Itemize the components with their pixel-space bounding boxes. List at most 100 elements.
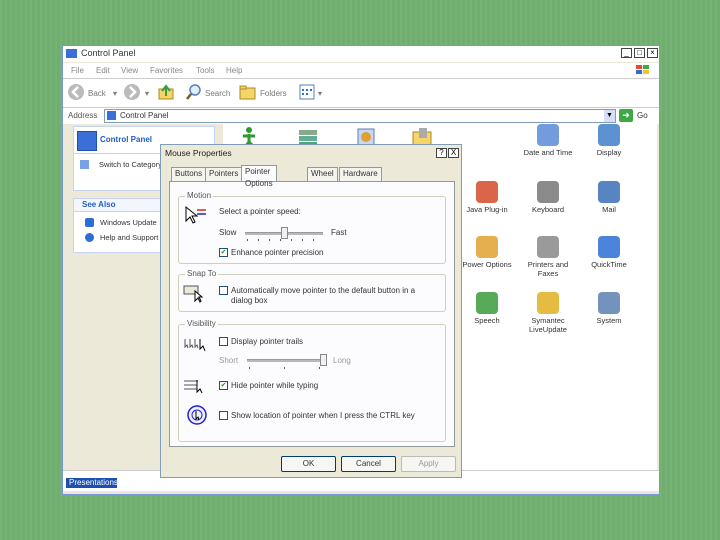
pointer-location-icon (187, 405, 207, 425)
long-label: Long (333, 356, 351, 365)
speed-slider-thumb[interactable] (281, 227, 288, 239)
cp-item[interactable]: Keyboard (518, 181, 578, 214)
address-cp-icon (107, 111, 116, 120)
speed-tick (302, 239, 303, 241)
forward-arrow-icon[interactable] (123, 83, 141, 101)
tab-wheel[interactable]: Wheel (307, 167, 338, 181)
pointer-trails-label: Display pointer trails (231, 337, 304, 346)
control-panel-icon (66, 49, 77, 58)
views-icon[interactable] (299, 84, 315, 100)
menu-edit[interactable]: Edit (96, 66, 110, 75)
cp-item[interactable]: Speech (457, 292, 517, 325)
menu-help[interactable]: Help (226, 66, 242, 75)
cp-item[interactable]: Power Options (457, 236, 517, 269)
pointer-trails-icon (183, 335, 207, 355)
menu-favorites[interactable]: Favorites (150, 66, 183, 75)
hide-pointer-icon (183, 377, 207, 395)
folders-icon[interactable] (239, 84, 257, 100)
go-arrow-icon[interactable]: ➜ (619, 109, 633, 122)
cp-item[interactable]: QuickTime (579, 236, 639, 269)
folders-button-label[interactable]: Folders (260, 89, 287, 98)
help-support-link[interactable]: Help and Support (100, 233, 158, 242)
apply-button[interactable]: Apply (401, 456, 456, 472)
speed-tick (269, 239, 270, 241)
back-button-label[interactable]: Back (88, 89, 106, 98)
back-dropdown-icon[interactable]: ▾ (113, 89, 117, 98)
cp-item-label: Keyboard (531, 205, 565, 214)
cp-item[interactable]: Java Plug-in (457, 181, 517, 214)
taskbar-button[interactable]: Presentations (66, 478, 118, 488)
speed-tick (247, 239, 248, 241)
quicktime-icon (598, 236, 620, 258)
java-icon (476, 181, 498, 203)
snap-to-checkbox[interactable] (219, 286, 228, 295)
dialog-titlebar[interactable]: Mouse Properties ? X (161, 145, 461, 160)
cp-item[interactable]: Date and Time (518, 124, 578, 157)
keyboard-icon (537, 181, 559, 203)
minimize-button[interactable]: _ (621, 48, 632, 58)
liveupdate-icon (537, 292, 559, 314)
search-icon[interactable] (185, 83, 203, 101)
menu-file[interactable]: File (71, 66, 84, 75)
cp-item-label: Power Options (462, 260, 512, 269)
cp-item[interactable]: Printers and Faxes (518, 236, 578, 278)
address-dropdown-icon[interactable]: ▼ (604, 110, 615, 122)
speed-tick (313, 239, 314, 241)
windows-update-link[interactable]: Windows Update (100, 218, 157, 227)
ok-button[interactable]: OK (281, 456, 336, 472)
menu-view[interactable]: View (121, 66, 138, 75)
hide-pointer-label: Hide pointer while typing (231, 381, 319, 390)
tab-hardware[interactable]: Hardware (339, 167, 382, 181)
snap-to-label-line2: dialog box (231, 296, 268, 305)
tab-buttons[interactable]: Buttons (171, 167, 207, 181)
cp-item-label: Speech (474, 316, 500, 325)
windows-update-icon (85, 218, 94, 227)
cancel-button[interactable]: Cancel (341, 456, 396, 472)
mouse-properties-dialog: Mouse Properties ? X Buttons Pointers Po… (160, 144, 462, 478)
maximize-button[interactable]: □ (634, 48, 645, 58)
cp-item-label: Printers and Faxes (527, 260, 569, 278)
address-input[interactable]: Control Panel ▼ (104, 109, 616, 123)
toolbar: Back ▾ ▾ Search Folders ▾ (63, 79, 659, 108)
speed-tick (280, 239, 281, 241)
hide-pointer-checkbox[interactable]: ✔ (219, 381, 228, 390)
address-bar: Address Control Panel ▼ ➜ Go (63, 108, 659, 124)
cp-item-label: Mail (602, 205, 616, 214)
trail-slider-track[interactable] (247, 359, 323, 362)
menu-tools[interactable]: Tools (196, 66, 215, 75)
show-location-checkbox[interactable] (219, 411, 228, 420)
printer-icon (537, 236, 559, 258)
trail-tick (319, 367, 320, 369)
speed-tick (291, 239, 292, 241)
cp-item-label: System (596, 316, 622, 325)
pointer-trails-checkbox[interactable] (219, 337, 228, 346)
go-button-label[interactable]: Go (637, 111, 648, 120)
visibility-group: Visibility Display pointer trails Short … (178, 319, 446, 442)
system-icon (598, 292, 620, 314)
up-folder-icon[interactable] (158, 84, 174, 100)
tab-pointers[interactable]: Pointers (205, 167, 243, 181)
search-button-label[interactable]: Search (205, 89, 230, 98)
control-panel-titlebar[interactable]: Control Panel _ □ × (63, 46, 659, 62)
dialog-title: Mouse Properties (165, 148, 232, 158)
visibility-title: Visibility (185, 319, 218, 328)
cp-item[interactable]: System (579, 292, 639, 325)
close-button[interactable]: × (647, 48, 658, 58)
trail-slider-thumb[interactable] (320, 354, 327, 366)
back-arrow-icon[interactable] (67, 83, 85, 101)
dialog-close-button[interactable]: X (448, 148, 459, 158)
pointer-options-page: Motion Select a pointer speed: Slow Fast… (169, 181, 455, 447)
trail-tick (284, 367, 285, 369)
show-location-label: Show location of pointer when I press th… (231, 411, 415, 420)
forward-dropdown-icon[interactable]: ▾ (145, 89, 149, 98)
cp-item-label: Java Plug-in (466, 205, 508, 214)
cp-item[interactable]: Symantec LiveUpdate (518, 292, 578, 334)
cp-item[interactable]: Mail (579, 181, 639, 214)
help-button[interactable]: ? (436, 148, 447, 158)
views-dropdown-icon[interactable]: ▾ (318, 89, 322, 98)
tab-pointer-options[interactable]: Pointer Options (241, 165, 277, 188)
enhance-precision-checkbox[interactable]: ✔ (219, 248, 228, 257)
snap-to-group: Snap To Automatically move pointer to th… (178, 269, 446, 312)
speed-tick (258, 239, 259, 241)
cp-item[interactable]: Display (579, 124, 639, 157)
